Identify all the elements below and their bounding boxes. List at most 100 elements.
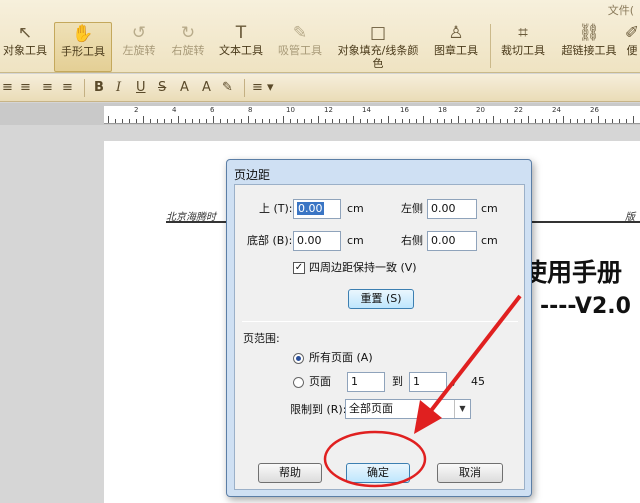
bottom-margin-input[interactable]: 0.00 — [293, 231, 341, 251]
unit-label: cm — [481, 234, 498, 247]
ruler-tick — [528, 116, 529, 123]
align-center-icon[interactable]: ≡ — [20, 80, 31, 96]
file-menu-fragment[interactable]: 文件( — [608, 2, 634, 18]
ruler-row: 2 4 6 8 10 12 14 16 18 20 22 24 26 — [0, 103, 640, 125]
align-left-icon[interactable]: ≡ — [2, 80, 13, 96]
bold-button[interactable]: B — [94, 80, 104, 96]
hand-tool-button[interactable]: ✋ 手形工具 — [54, 22, 112, 72]
toolbar-divider — [490, 24, 491, 68]
limit-to-select[interactable]: 全部页面 ▼ — [345, 399, 471, 419]
ruler-tick — [332, 119, 333, 123]
help-button[interactable]: 帮助 — [258, 463, 322, 483]
ruler-number: 18 — [438, 106, 447, 114]
ruler-number: 6 — [210, 106, 215, 114]
text-t-icon: T — [235, 23, 247, 43]
ruler-tick — [164, 119, 165, 123]
ruler-number: 16 — [400, 106, 409, 114]
align-justify-icon[interactable]: ≡ — [62, 80, 73, 96]
ruler-tick — [514, 119, 515, 123]
reset-button[interactable]: 重置 (S) — [348, 289, 414, 309]
ruler-tick — [283, 116, 284, 123]
unit-label: cm — [347, 234, 364, 247]
page-range-label: 页范围: — [243, 332, 280, 345]
fill-stroke-color-button[interactable]: □ 对象填充/线条颜色 — [334, 22, 422, 72]
left-margin-value: 0.00 — [431, 202, 456, 215]
ruler-tick — [143, 116, 144, 123]
text-tool-button[interactable]: T 文本工具 — [215, 22, 267, 72]
eyedropper-tool-button[interactable]: ✎ 吸管工具 — [272, 22, 328, 72]
ruler-number: 20 — [476, 106, 485, 114]
ruler-tick — [318, 116, 319, 123]
page-from-input[interactable]: 1 — [347, 372, 385, 392]
rotate-left-button[interactable]: ↺ 左旋转 — [114, 22, 164, 72]
ruler-tick — [150, 119, 151, 123]
all-pages-radio[interactable] — [293, 353, 304, 364]
italic-button[interactable]: I — [116, 80, 121, 96]
ruler-tick — [486, 119, 487, 123]
ruler-number: 22 — [514, 106, 523, 114]
ruler-tick — [402, 119, 403, 123]
align-right-icon[interactable]: ≡ — [42, 80, 53, 96]
subscript-button[interactable]: A — [202, 80, 211, 96]
ruler-tick — [367, 119, 368, 123]
hand-tool-label: 手形工具 — [61, 45, 105, 58]
top-margin-value: 0.00 — [297, 202, 324, 215]
ruler-tick — [577, 119, 578, 123]
ruler-tick — [213, 116, 214, 123]
ruler-tick — [535, 119, 536, 123]
ruler-tick — [311, 119, 312, 123]
ruler-tick — [612, 119, 613, 123]
eyedropper-tool-label: 吸管工具 — [278, 44, 322, 57]
all-pages-label: 所有页面 (A) — [309, 351, 373, 364]
ruler-tick — [136, 119, 137, 123]
main-toolbar: 文件( ↖ 对象工具 ✋ 手形工具 ↺ 左旋转 ↻ 右旋转 T 文本工具 ✎ 吸… — [0, 0, 640, 73]
object-tool-button[interactable]: ↖ 对象工具 — [0, 22, 50, 72]
note-tool-button[interactable]: ✐ 便 — [624, 22, 640, 72]
keep-same-checkbox[interactable]: ✓ — [293, 262, 305, 274]
ruler-number: 12 — [324, 106, 333, 114]
page-to-value: 1 — [413, 375, 420, 388]
ruler-tick — [220, 119, 221, 123]
keep-same-label: 四周边距保持一致 (V) — [309, 261, 417, 274]
ruler-tick — [199, 119, 200, 123]
crop-tool-button[interactable]: ⌗ 裁切工具 — [496, 22, 550, 72]
format-divider — [244, 79, 245, 97]
rotate-right-button[interactable]: ↻ 右旋转 — [164, 22, 212, 72]
ruler-tick — [269, 119, 270, 123]
underline-button[interactable]: U — [136, 80, 146, 96]
document-title: 使用手册 — [522, 258, 623, 287]
hyperlink-tool-button[interactable]: ⛓ 超链接工具 — [558, 22, 620, 72]
rotate-left-label: 左旋转 — [122, 44, 156, 57]
ruler-tick — [157, 119, 158, 123]
right-margin-value: 0.00 — [431, 234, 456, 247]
rotate-right-label: 右旋转 — [171, 44, 205, 57]
ruler-tick — [570, 119, 571, 123]
page-to-input[interactable]: 1 — [409, 372, 447, 392]
ruler-tick — [234, 119, 235, 123]
chevron-down-icon: ▼ — [454, 400, 470, 418]
ruler-tick — [619, 119, 620, 123]
clear-format-icon[interactable]: ✎ — [222, 80, 233, 96]
page-range-radio[interactable] — [293, 377, 304, 388]
superscript-button[interactable]: A — [180, 80, 189, 96]
ruler-tick — [248, 116, 249, 123]
ruler-tick — [500, 119, 501, 123]
left-margin-input[interactable]: 0.00 — [427, 199, 477, 219]
ruler-tick — [472, 119, 473, 123]
line-spacing-dropdown[interactable]: ≡ ▾ — [252, 80, 274, 96]
ruler-tick — [304, 119, 305, 123]
dialog-title: 页边距 — [234, 168, 271, 182]
cancel-button[interactable]: 取消 — [437, 463, 503, 483]
ruler-tick — [206, 119, 207, 123]
ruler-tick — [451, 119, 452, 123]
ruler-tick — [430, 119, 431, 123]
ok-button[interactable]: 确定 — [346, 463, 410, 483]
unit-label: cm — [347, 202, 364, 215]
right-margin-input[interactable]: 0.00 — [427, 231, 477, 251]
ruler-number: 26 — [590, 106, 599, 114]
strikethrough-button[interactable]: S — [158, 80, 166, 96]
stamp-tool-button[interactable]: ♙ 图章工具 — [428, 22, 484, 72]
top-margin-input[interactable]: 0.00 — [293, 199, 341, 219]
ruler-number: 2 — [134, 106, 139, 114]
ruler-tick — [479, 119, 480, 123]
